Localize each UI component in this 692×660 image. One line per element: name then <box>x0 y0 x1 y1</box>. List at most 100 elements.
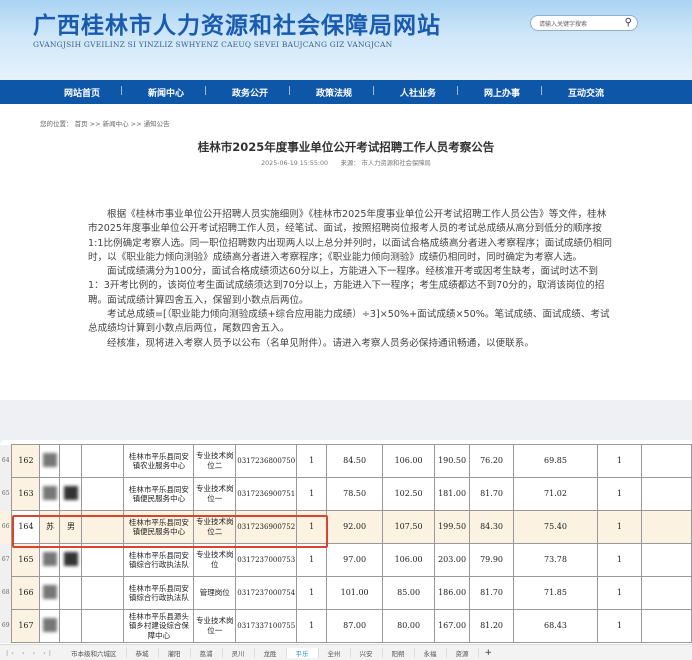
sex-cell[interactable] <box>59 444 83 478</box>
count-cell[interactable]: 1 <box>296 609 328 643</box>
unit-cell[interactable]: 桂林市平乐县同安镇综合行政执法队 <box>123 543 195 577</box>
sex-cell[interactable] <box>59 543 83 577</box>
written-score-1-cell[interactable]: 78.50 <box>326 477 384 511</box>
empty-cell[interactable] <box>640 576 692 610</box>
written-sum-cell[interactable]: 186.00 <box>434 576 471 610</box>
total-score-cell[interactable]: 71.02 <box>513 477 598 511</box>
sheet-tab[interactable]: 恭城 <box>127 647 159 658</box>
sheet-tab[interactable]: 阳朔 <box>383 647 415 658</box>
total-score-cell[interactable]: 73.78 <box>513 543 598 577</box>
sheet-tab[interactable]: 兴安 <box>351 647 383 658</box>
sex-cell[interactable] <box>59 576 83 610</box>
post-cell[interactable]: 专业技术岗位一 <box>193 477 237 511</box>
sheet-tab[interactable]: 灵川 <box>223 647 255 658</box>
row-number[interactable]: 66 <box>0 510 12 544</box>
nav-policies[interactable]: 政策法规 <box>288 86 376 99</box>
code-cell[interactable]: 0317237000754 <box>235 576 298 610</box>
name-cell[interactable] <box>39 477 61 511</box>
written-score-1-cell[interactable]: 97.00 <box>326 543 384 577</box>
written-sum-cell[interactable]: 181.00 <box>434 477 471 511</box>
row-number[interactable]: 64 <box>0 444 12 478</box>
row-number[interactable]: 69 <box>0 609 12 643</box>
name-cell[interactable] <box>39 444 61 478</box>
sheet-tab[interactable]: 永福 <box>415 647 447 658</box>
nav-news[interactable]: 新闻中心 <box>120 86 208 99</box>
sheet-tab[interactable]: 荔浦 <box>191 647 223 658</box>
empty-cell[interactable] <box>640 444 692 478</box>
redacted-cell[interactable] <box>81 477 125 511</box>
rank-cell[interactable]: 1 <box>596 510 642 544</box>
redacted-cell[interactable] <box>81 576 125 610</box>
sex-cell[interactable] <box>59 609 83 643</box>
total-score-cell[interactable]: 75.40 <box>513 510 598 544</box>
nav-online-services[interactable]: 网上办事 <box>456 86 544 99</box>
post-cell[interactable]: 专业技术岗位 <box>193 543 237 577</box>
rank-cell[interactable]: 1 <box>596 576 642 610</box>
post-cell[interactable]: 专业技术岗位一 <box>193 609 237 643</box>
sex-cell[interactable] <box>59 477 83 511</box>
written-score-1-cell[interactable]: 101.00 <box>326 576 384 610</box>
empty-cell[interactable] <box>640 477 692 511</box>
written-score-2-cell[interactable]: 80.00 <box>382 609 436 643</box>
interview-score-cell[interactable]: 81.70 <box>469 576 515 610</box>
interview-score-cell[interactable]: 84.30 <box>469 510 515 544</box>
unit-cell[interactable]: 桂林市平乐县源头镇乡村建设综合保障中心 <box>123 609 195 643</box>
count-cell[interactable]: 1 <box>296 543 328 577</box>
total-score-cell[interactable]: 69.85 <box>513 444 598 478</box>
nav-hr-services[interactable]: 人社业务 <box>372 86 460 99</box>
interview-score-cell[interactable]: 81.70 <box>469 477 515 511</box>
code-cell[interactable]: 0317237000753 <box>235 543 298 577</box>
written-score-1-cell[interactable]: 87.00 <box>326 609 384 643</box>
interview-score-cell[interactable]: 79.90 <box>469 543 515 577</box>
nav-home[interactable]: 网站首页 <box>40 86 124 99</box>
total-score-cell[interactable]: 71.85 <box>513 576 598 610</box>
interview-score-cell[interactable]: 81.20 <box>469 609 515 643</box>
add-sheet-icon[interactable]: + <box>479 648 499 658</box>
sheet-tab[interactable]: 资源 <box>447 647 479 658</box>
search-input[interactable]: 请输入关键字搜索 ⚲ <box>530 15 638 31</box>
written-score-1-cell[interactable]: 92.00 <box>326 510 384 544</box>
total-score-cell[interactable]: 68.43 <box>513 609 598 643</box>
sheet-tab[interactable]: 全州 <box>319 647 351 658</box>
seq-cell[interactable]: 162 <box>11 444 41 478</box>
rank-cell[interactable]: 1 <box>596 543 642 577</box>
rank-cell[interactable]: 1 <box>596 477 642 511</box>
written-sum-cell[interactable]: 199.50 <box>434 510 471 544</box>
sheet-tab[interactable]: 市本级和六城区 <box>62 647 127 658</box>
empty-cell[interactable] <box>640 510 692 544</box>
written-sum-cell[interactable]: 190.50 <box>434 444 471 478</box>
sheet-tab[interactable]: 龙胜 <box>255 647 287 658</box>
sheet-nav-arrows[interactable]: |‹ ‹ › ›| <box>0 649 62 657</box>
written-score-1-cell[interactable]: 84.50 <box>326 444 384 478</box>
rank-cell[interactable]: 1 <box>596 444 642 478</box>
name-cell[interactable] <box>39 543 61 577</box>
unit-cell[interactable]: 桂林市平乐县同安镇综合行政执法队 <box>123 576 195 610</box>
code-cell[interactable]: 0317236900751 <box>235 477 298 511</box>
seq-cell[interactable]: 165 <box>11 543 41 577</box>
unit-cell[interactable]: 桂林市平乐县同安镇便民服务中心 <box>123 477 195 511</box>
name-cell[interactable] <box>39 609 61 643</box>
row-number[interactable]: 67 <box>0 543 12 577</box>
seq-cell[interactable]: 167 <box>11 609 41 643</box>
written-score-2-cell[interactable]: 102.50 <box>382 477 436 511</box>
sheet-tab[interactable]: 平乐 <box>286 647 319 658</box>
unit-cell[interactable]: 桂林市平乐县同安镇农业服务中心 <box>123 444 195 478</box>
written-sum-cell[interactable]: 167.00 <box>434 609 471 643</box>
nav-interaction[interactable]: 互动交流 <box>540 86 628 99</box>
name-cell[interactable] <box>39 576 61 610</box>
written-score-2-cell[interactable]: 106.00 <box>382 543 436 577</box>
post-cell[interactable]: 管理岗位 <box>193 576 237 610</box>
seq-cell[interactable]: 163 <box>11 477 41 511</box>
redacted-cell[interactable] <box>81 543 125 577</box>
empty-cell[interactable] <box>640 543 692 577</box>
interview-score-cell[interactable]: 76.20 <box>469 444 515 478</box>
count-cell[interactable]: 1 <box>296 477 328 511</box>
redacted-cell[interactable] <box>81 609 125 643</box>
written-score-2-cell[interactable]: 106.00 <box>382 444 436 478</box>
row-number[interactable]: 65 <box>0 477 12 511</box>
written-score-2-cell[interactable]: 107.50 <box>382 510 436 544</box>
count-cell[interactable]: 1 <box>296 576 328 610</box>
written-sum-cell[interactable]: 203.00 <box>434 543 471 577</box>
post-cell[interactable]: 专业技术岗位二 <box>193 444 237 478</box>
sheet-tab[interactable]: 灌阳 <box>159 647 191 658</box>
